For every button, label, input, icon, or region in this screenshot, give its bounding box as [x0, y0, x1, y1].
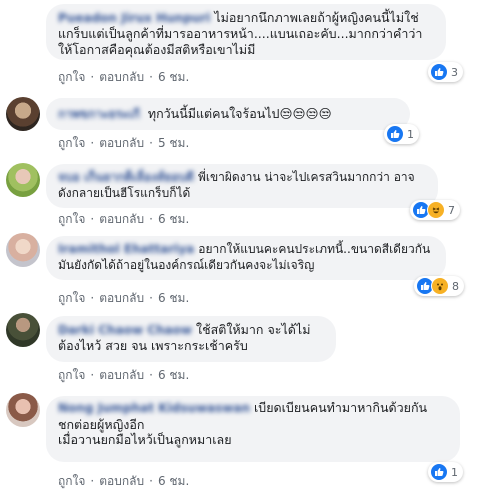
separator: ·: [149, 291, 153, 305]
reaction-summary[interactable]: 3: [428, 62, 463, 82]
comment-bubble: Darki Chaow Chaow ใช้สติให้มาก จะได้ไม่ต้…: [46, 316, 336, 362]
reaction-summary[interactable]: 1: [428, 462, 463, 482]
separator: ·: [90, 291, 95, 305]
like-reaction-icon: [430, 463, 448, 481]
timestamp[interactable]: 6 ชม.: [158, 474, 189, 488]
timestamp[interactable]: 6 ชม.: [158, 212, 189, 226]
reply-link[interactable]: ตอบกลับ: [99, 291, 144, 305]
avatar[interactable]: [6, 163, 40, 197]
separator: ·: [90, 136, 95, 150]
like-link[interactable]: ถูกใจ: [58, 136, 85, 150]
reply-link[interactable]: ตอบกลับ: [99, 70, 144, 84]
comment-bubble: Pueadon Jirux Hunpuri ไม่อยากนึกภาพเลยถ้า…: [46, 4, 446, 60]
commenter-name[interactable]: Darki Chaow Chaow: [58, 322, 192, 338]
reaction-summary[interactable]: 7: [410, 200, 460, 220]
separator: ·: [149, 368, 153, 382]
avatar[interactable]: [6, 393, 40, 427]
avatar[interactable]: [6, 233, 40, 267]
timestamp[interactable]: 6 ชม.: [158, 368, 189, 382]
commenter-name[interactable]: Nong Jumphat Kidsuwaswan: [58, 401, 250, 417]
comment-bubble: Nong Jumphat Kidsuwaswan เบียดเบียนคนทำมา…: [46, 396, 460, 462]
timestamp[interactable]: 5 ชม.: [158, 136, 189, 150]
comment-actions: ถูกใจ · ตอบกลับ · 6 ชม.: [58, 472, 189, 491]
separator: ·: [90, 368, 95, 382]
avatar[interactable]: [6, 313, 40, 347]
like-link[interactable]: ถูกใจ: [58, 212, 85, 226]
timestamp[interactable]: 6 ชม.: [158, 70, 189, 84]
like-link[interactable]: ถูกใจ: [58, 70, 85, 84]
separator: ·: [149, 474, 153, 488]
like-reaction-icon: [430, 63, 448, 81]
wow-reaction-icon: [431, 277, 449, 295]
comment-bubble: Iramithol Ehattariya อยากให้แบนคะคนประเภท…: [46, 236, 446, 280]
like-link[interactable]: ถูกใจ: [58, 368, 85, 382]
separator: ·: [90, 70, 95, 84]
like-link[interactable]: ถูกใจ: [58, 474, 85, 488]
comment-actions: ถูกใจ · ตอบกลับ · 6 ชม.: [58, 366, 189, 385]
comment-actions: ถูกใจ · ตอบกลับ · 6 ชม.: [58, 210, 189, 229]
separator: ·: [149, 212, 153, 226]
avatar[interactable]: [6, 97, 40, 131]
commenter-name[interactable]: Pueadon Jirux Hunpuri: [58, 10, 210, 26]
like-reaction-icon: [386, 125, 404, 143]
commenter-name[interactable]: Iramithol Ehattariya: [58, 241, 194, 257]
reaction-count: 1: [451, 465, 458, 479]
separator: ·: [90, 212, 95, 226]
comment-actions: ถูกใจ · ตอบกลับ · 6 ชม.: [58, 68, 189, 87]
reaction-summary[interactable]: 1: [384, 124, 419, 144]
like-link[interactable]: ถูกใจ: [58, 291, 85, 305]
haha-reaction-icon: [427, 201, 445, 219]
timestamp[interactable]: 6 ชม.: [158, 291, 189, 305]
reaction-count: 8: [452, 279, 459, 293]
comment-actions: ถูกใจ · ตอบกลับ · 6 ชม.: [58, 289, 189, 308]
comment-text: ทุกวันนี้มีแต่คนใจร้อนไป😒😒😒😒: [147, 106, 332, 121]
separator: ·: [149, 136, 153, 150]
separator: ·: [90, 474, 95, 488]
reaction-count: 3: [451, 65, 458, 79]
commenter-name[interactable]: จบอ เก็นยากต็เลื่องส์ยอบดี: [58, 169, 194, 185]
comment-actions: ถูกใจ · ตอบกลับ · 5 ชม.: [58, 134, 189, 153]
reply-link[interactable]: ตอบกลับ: [99, 136, 144, 150]
reaction-summary[interactable]: 8: [414, 276, 464, 296]
reply-link[interactable]: ตอบกลับ: [99, 368, 144, 382]
reply-link[interactable]: ตอบกลับ: [99, 474, 144, 488]
reaction-count: 7: [448, 203, 455, 217]
separator: ·: [149, 70, 153, 84]
comment-bubble: กาพขกาะยระเกื ทุกวันนี้มีแต่คนใจร้อนไป😒😒…: [46, 98, 410, 130]
commenter-name[interactable]: กาพขกาะยระเกื: [58, 106, 140, 122]
reaction-count: 1: [407, 127, 414, 141]
reply-link[interactable]: ตอบกลับ: [99, 212, 144, 226]
comment-bubble: จบอ เก็นยากต็เลื่องส์ยอบดี พี่เขาผิดงาน น…: [46, 164, 438, 208]
